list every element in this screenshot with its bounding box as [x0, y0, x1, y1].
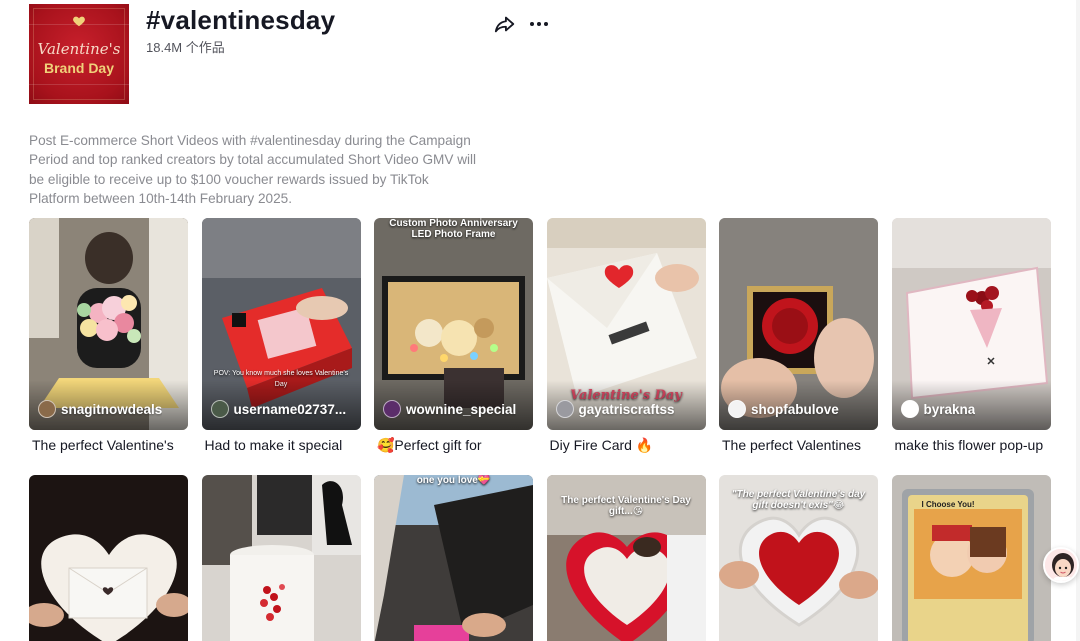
heart-icon	[73, 16, 85, 27]
thumbnail-scene	[201, 475, 361, 641]
more-horizontal-icon	[530, 22, 534, 26]
video-thumbnail[interactable]: one you love💝	[374, 475, 533, 641]
video-caption[interactable]: The perfect Valentine's	[32, 436, 188, 454]
avatar	[383, 400, 401, 418]
creator-tag[interactable]: shopfabulove	[728, 400, 839, 418]
video-caption[interactable]: 🥰Perfect gift for	[377, 436, 533, 454]
share-arrow-icon	[494, 16, 515, 33]
video-thumbnail[interactable]: byrakna	[891, 218, 1051, 430]
video-thumbnail[interactable]: snagitnowdeals	[29, 218, 188, 430]
post-count: 18.4M 个作品	[146, 40, 225, 55]
video-thumbnail[interactable]: Custom Photo Anniversary LED Photo Frame…	[374, 218, 533, 430]
creator-name: snagitnowdeals	[61, 401, 163, 417]
hashtag-header: Valentine's Brand Day #valentinesday 18.…	[29, 4, 1049, 104]
video-overlay-decoration: I Choose You!	[921, 500, 975, 509]
share-button[interactable]	[494, 13, 516, 35]
thumbnail-scene	[374, 475, 533, 641]
creator-tag[interactable]: gayatriscraftss	[555, 400, 675, 418]
cover-text-line1: Valentine's	[37, 40, 121, 58]
floating-assistant-avatar[interactable]	[1043, 547, 1079, 583]
more-options-button[interactable]	[528, 13, 550, 35]
cover-text-line2: Brand Day	[43, 60, 115, 76]
avatar	[900, 400, 919, 418]
video-thumbnail[interactable]: POV: You know much she loves Valentine's…	[201, 218, 361, 430]
video-overlay-text: "The perfect Valentine's day gift doesn'…	[731, 489, 866, 511]
creator-name: shopfabulove	[751, 401, 839, 417]
video-thumbnail[interactable]: Valentine's Day gayatriscraftss	[546, 218, 706, 430]
video-overlay-text: The perfect Valentine's Day gift...😘	[561, 495, 691, 517]
creator-name: gayatriscraftss	[578, 401, 675, 417]
creator-tag[interactable]: username02737...	[210, 400, 347, 418]
video-caption[interactable]: Diy Fire Card 🔥	[550, 436, 706, 454]
assistant-avatar-icon	[1045, 549, 1077, 581]
avatar	[210, 400, 229, 418]
page-scrollbar[interactable]	[1076, 0, 1080, 641]
video-thumbnail[interactable]: "The perfect Valentine's day gift doesn'…	[719, 475, 878, 641]
avatar	[38, 400, 56, 418]
video-thumbnail[interactable]	[201, 475, 361, 641]
creator-name: username02737...	[233, 401, 347, 417]
creator-name: wownine_special	[406, 401, 517, 417]
avatar	[555, 400, 574, 418]
creator-name: byrakna	[923, 401, 976, 417]
thumbnail-scene	[29, 475, 188, 641]
video-overlay-text: Custom Photo Anniversary LED Photo Frame	[389, 218, 518, 240]
video-caption[interactable]: make this flower pop-up	[895, 436, 1051, 454]
video-thumbnail[interactable]	[29, 475, 188, 641]
video-caption[interactable]: Had to make it special	[205, 436, 361, 454]
video-thumbnail[interactable]: shopfabulove	[719, 218, 878, 430]
hashtag-description: Post E-commerce Short Videos with #valen…	[29, 133, 477, 206]
creator-tag[interactable]: byrakna	[900, 400, 976, 418]
creator-tag[interactable]: snagitnowdeals	[38, 400, 162, 418]
video-thumbnail[interactable]: The perfect Valentine's Day gift...😘	[546, 475, 706, 641]
creator-tag[interactable]: wownine_special	[383, 400, 516, 418]
hashtag-cover-image: Valentine's Brand Day	[29, 4, 129, 104]
video-overlay-decoration: one you love💝	[416, 475, 491, 486]
avatar	[728, 400, 746, 418]
page-title: #valentinesday	[146, 5, 336, 35]
video-thumbnail[interactable]: I Choose You!	[891, 475, 1051, 641]
video-caption[interactable]: The perfect Valentines	[722, 436, 878, 454]
